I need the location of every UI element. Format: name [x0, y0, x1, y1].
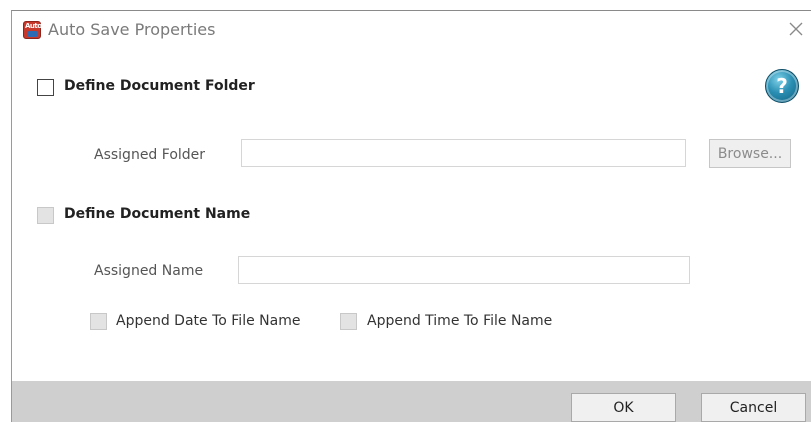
- append-time-checkbox[interactable]: [340, 313, 357, 330]
- define-document-folder-label: Define Document Folder: [64, 78, 255, 94]
- append-time-label: Append Time To File Name: [367, 313, 553, 329]
- ok-button[interactable]: OK: [571, 393, 676, 422]
- assigned-folder-input[interactable]: [241, 139, 686, 167]
- append-date-checkbox[interactable]: [90, 313, 107, 330]
- close-icon[interactable]: [786, 19, 806, 39]
- auto-save-properties-dialog: Auto Auto Save Properties ? Define Docum…: [11, 10, 811, 422]
- define-document-name-checkbox[interactable]: [37, 207, 54, 224]
- define-document-name-label: Define Document Name: [64, 206, 251, 222]
- auto-save-app-icon: Auto: [23, 21, 42, 39]
- button-bar: OK Cancel: [12, 381, 811, 422]
- cancel-button[interactable]: Cancel: [701, 393, 806, 422]
- assigned-name-label: Assigned Name: [94, 263, 204, 279]
- define-document-folder-checkbox[interactable]: [37, 79, 54, 96]
- disk-icon: [28, 31, 37, 37]
- window-title: Auto Save Properties: [48, 20, 216, 39]
- help-icon[interactable]: ?: [765, 69, 799, 103]
- title-bar: Auto Auto Save Properties: [12, 11, 811, 47]
- assigned-name-input[interactable]: [238, 256, 690, 284]
- assigned-folder-label: Assigned Folder: [94, 147, 206, 163]
- append-date-label: Append Date To File Name: [116, 313, 301, 329]
- browse-button[interactable]: Browse...: [709, 139, 791, 168]
- app-icon-text: Auto: [25, 22, 42, 30]
